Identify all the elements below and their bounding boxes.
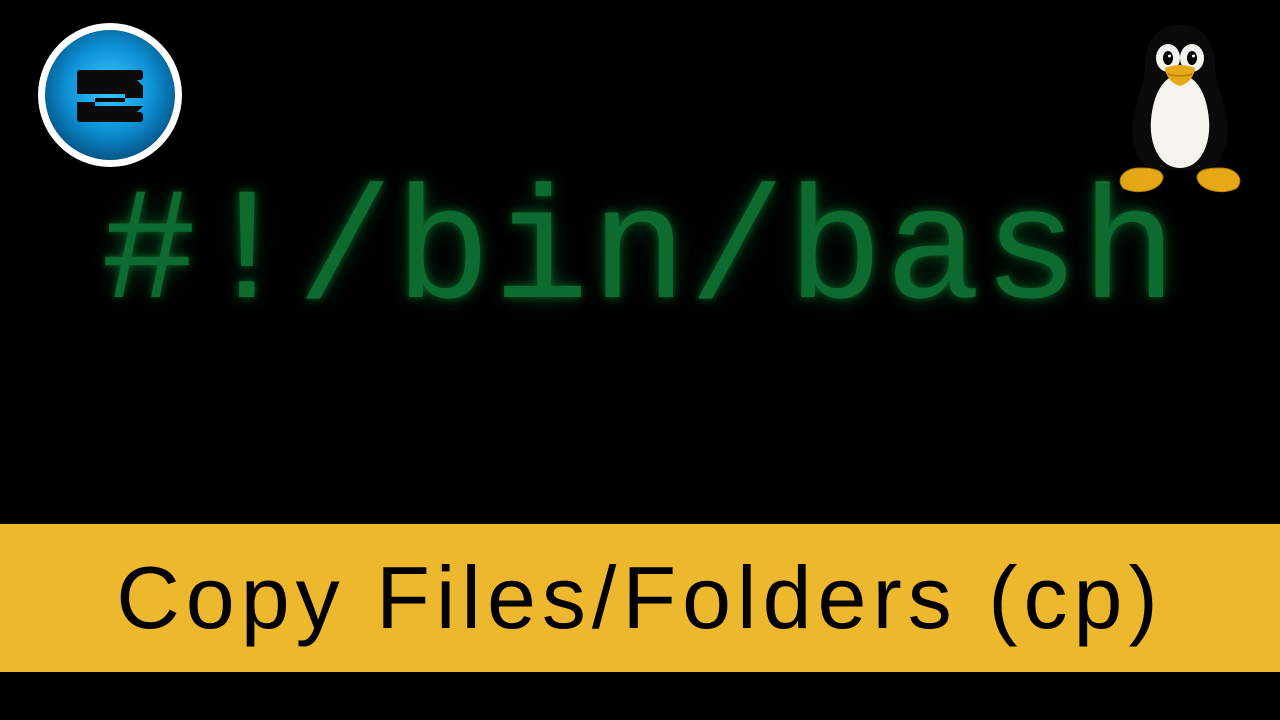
title-bar: Copy Files/Folders (cp) [0, 524, 1280, 672]
title-text: Copy Files/Folders (cp) [116, 547, 1164, 649]
sonar-logo-icon [35, 20, 185, 170]
shebang-text: #!/bin/bash [101, 165, 1179, 346]
